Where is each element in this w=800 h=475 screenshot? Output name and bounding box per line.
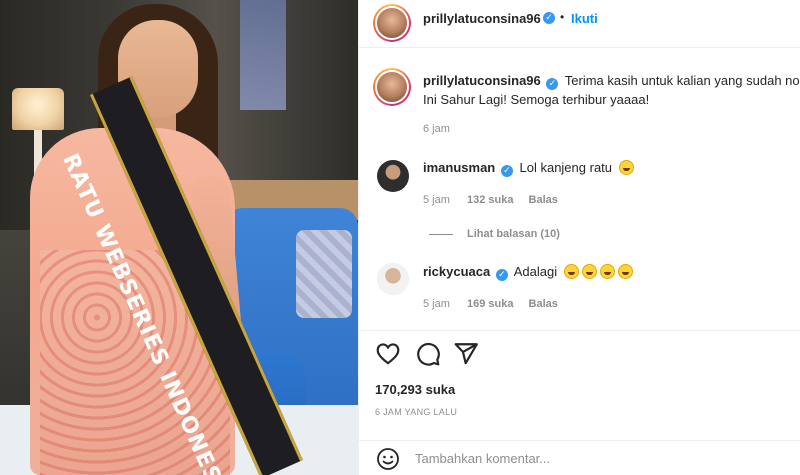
laughing-emoji-icon: [617, 264, 633, 279]
verified-badge-icon: ✓: [543, 12, 555, 24]
laughing-emoji-icon: [581, 264, 597, 279]
comment-verified-icon: ✓: [500, 165, 513, 177]
add-comment-bar: [359, 440, 800, 475]
caption-time: 6 jam: [423, 123, 450, 135]
comment-likes[interactable]: 169 suka: [467, 298, 513, 310]
view-replies-line: [429, 234, 453, 235]
comment-avatar-imanusman[interactable]: [377, 160, 409, 192]
view-replies-button[interactable]: Lihat balasan (10): [467, 228, 560, 240]
laughing-emoji-icon: [618, 160, 634, 175]
caption-text-2: Ini Sahur Lagi! Semoga terhibur yaaaa!: [423, 92, 650, 107]
comment-username[interactable]: imanusman: [423, 160, 495, 175]
comment-likes[interactable]: 132 suka: [467, 194, 513, 206]
follow-button[interactable]: Ikuti: [571, 11, 598, 26]
caption-username[interactable]: prillylatuconsina96: [423, 73, 541, 88]
comment-rickycuaca: rickycuaca ✓ Adalagi: [423, 263, 633, 281]
comment-imanusman: imanusman ✓ Lol kanjeng ratu: [423, 159, 634, 177]
laughing-emoji-icon: [599, 264, 615, 279]
post-photo[interactable]: RATU WEBSERIES INDONESIA: [0, 0, 358, 475]
photo-background-window: [240, 0, 286, 110]
heart-icon[interactable]: [375, 341, 401, 367]
emoji-icon[interactable]: [376, 447, 400, 471]
caption-verified-icon: ✓: [546, 78, 559, 90]
comment-icon[interactable]: [415, 341, 441, 367]
comment-avatar-rickycuaca[interactable]: [377, 263, 409, 295]
comment-text: Lol kanjeng ratu: [519, 160, 613, 175]
comment-verified-icon: ✓: [495, 269, 508, 281]
instagram-post-view: RATU WEBSERIES INDONESIA prillylatuconsi…: [0, 0, 800, 475]
comment-text: Adalagi: [513, 264, 558, 279]
comment-reply-button[interactable]: Balas: [529, 194, 558, 206]
posted-ago: 6 JAM YANG LALU: [375, 407, 458, 417]
share-icon[interactable]: [453, 341, 479, 367]
comment-meta: 5 jam 132 suka Balas: [423, 194, 558, 206]
author-username[interactable]: prillylatuconsina96: [423, 11, 541, 26]
photo-lamp: [12, 88, 64, 130]
comment-username[interactable]: rickycuaca: [423, 264, 490, 279]
comment-time: 5 jam: [423, 194, 450, 206]
post-detail-panel: prillylatuconsina96 ✓ • Ikuti prillylatu…: [358, 0, 800, 475]
likes-count[interactable]: 170,293 suka: [375, 382, 455, 397]
author-avatar[interactable]: [373, 4, 411, 42]
caption-author-avatar[interactable]: [373, 68, 411, 106]
separator-dot: •: [560, 10, 565, 24]
photo-pillow: [296, 230, 352, 318]
caption-text-1: Terima kasih untuk kalian yang sudah no: [564, 73, 800, 88]
comment-reply-button[interactable]: Balas: [529, 298, 558, 310]
comment-time: 5 jam: [423, 298, 450, 310]
laughing-emoji-icon: [563, 264, 579, 279]
post-actions-divider: [359, 330, 800, 331]
comment-input[interactable]: [415, 451, 775, 466]
view-replies-label[interactable]: Lihat balasan (10): [467, 228, 560, 240]
post-header: prillylatuconsina96 ✓ • Ikuti: [359, 0, 800, 48]
caption-line-1: prillylatuconsina96 ✓ Terima kasih untuk…: [423, 72, 800, 90]
comment-meta: 5 jam 169 suka Balas: [423, 298, 558, 310]
